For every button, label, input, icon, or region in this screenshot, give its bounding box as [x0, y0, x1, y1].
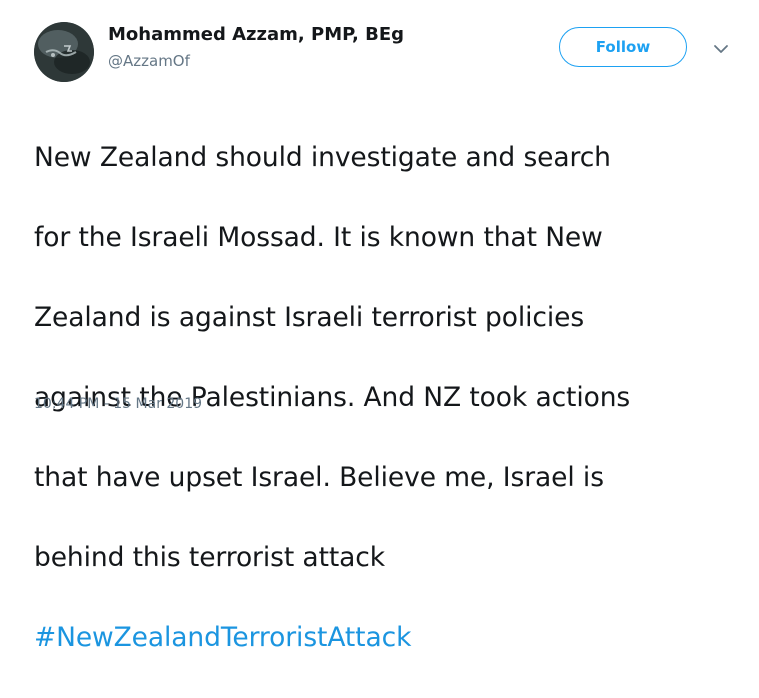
profile-avatar-icon [34, 22, 94, 82]
follow-button[interactable]: Follow [559, 27, 687, 67]
tweet-text-line: that have upset Israel. Believe me, Isra… [34, 462, 604, 493]
tweet-text-line: New Zealand should investigate and searc… [34, 142, 611, 173]
tweet-card: Mohammed Azzam, PMP, BEg @AzzamOf Follow… [0, 0, 759, 653]
author-display-name[interactable]: Mohammed Azzam, PMP, BEg [108, 24, 404, 45]
tweet-timestamp[interactable]: 10:44 PM - 15 Mar 2019 [34, 396, 202, 412]
tweet-text-line: for the Israeli Mossad. It is known that… [34, 222, 603, 253]
tweet-text-line: Zealand is against Israeli terrorist pol… [34, 302, 585, 333]
tweet-text-line: behind this terrorist attack [34, 542, 386, 573]
author-handle[interactable]: @AzzamOf [108, 52, 190, 70]
hashtag-link[interactable]: #NewZealandTerroristAttack [34, 618, 734, 658]
chevron-down-icon[interactable] [713, 40, 729, 53]
avatar[interactable] [34, 22, 94, 82]
